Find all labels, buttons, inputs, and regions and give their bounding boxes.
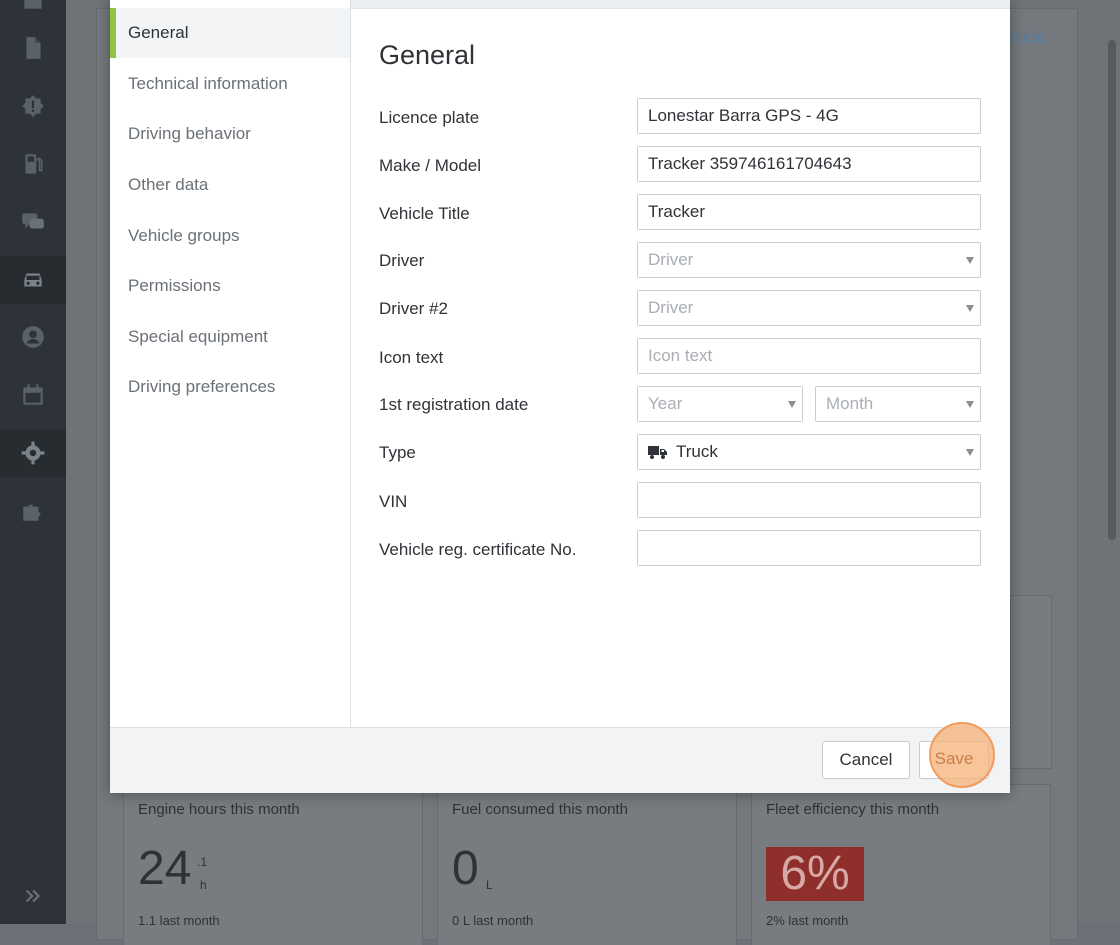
icon-text-input[interactable] [637,338,981,374]
card-value: 24 [138,842,192,895]
type-label: Type [379,443,416,462]
vin-input[interactable] [637,482,981,518]
nav-item-technical-information[interactable]: Technical information [110,59,350,109]
icon-text-label: Icon text [379,348,444,367]
card-footnote: 1.1 last month [138,913,220,928]
type-select[interactable]: Truck [637,434,981,470]
registration-date-label: 1st registration date [379,395,529,414]
expand-sidebar-icon[interactable] [0,872,66,920]
fuel-consumed-card: Fuel consumed this month 0 L 0 L last mo… [437,784,737,945]
calendar-icon[interactable] [0,371,66,419]
efficiency-badge: 6% [766,847,864,901]
nav-item-other-data[interactable]: Other data [110,160,350,210]
modal-footer: Cancel [110,727,1010,793]
make-model-label: Make / Model [379,156,482,175]
chevron-down-icon [788,401,796,408]
driver2-select[interactable]: Driver [637,290,981,326]
card-unit: L [486,878,493,892]
plugin-icon[interactable] [0,487,66,535]
licence-plate-input[interactable] [637,98,981,134]
registration-month-select[interactable]: Month [815,386,981,422]
alert-icon[interactable] [0,82,66,130]
nav-item-general[interactable]: General [110,8,350,58]
card-title: Fleet efficiency this month [766,801,940,818]
driver2-label: Driver #2 [379,299,448,318]
nav-item-special-equipment[interactable]: Special equipment [110,312,350,362]
chevron-down-icon [966,401,974,408]
card-footnote: 2% last month [766,913,849,928]
card-footnote: 0 L last month [452,913,534,928]
card-title: Engine hours this month [138,801,300,818]
reg-certificate-label: Vehicle reg. certificate No. [379,540,577,559]
nav-item-vehicle-groups[interactable]: Vehicle groups [110,211,350,261]
card-value-decimal: .1 [197,855,208,869]
chevron-down-icon [966,305,974,312]
nav-item-driving-preferences[interactable]: Driving preferences [110,362,350,412]
section-title: General [379,40,476,70]
vehicle-title-input[interactable] [637,194,981,230]
card-unit: h [200,878,207,892]
driver-placeholder: Driver [648,250,694,269]
driver-select[interactable]: Driver [637,242,981,278]
card-value: 0 [452,842,479,895]
background-link[interactable]: hicle [1010,28,1045,48]
car-icon[interactable] [0,256,66,304]
make-model-input[interactable] [637,146,981,182]
card-title: Fuel consumed this month [452,801,628,818]
chevron-down-icon [966,257,974,264]
type-value: Truck [676,442,718,461]
gear-icon[interactable] [0,429,66,477]
document-icon[interactable] [0,24,66,72]
driver2-placeholder: Driver [648,298,694,317]
driver-label: Driver [379,251,425,270]
engine-hours-card: Engine hours this month 24 .1 h 1.1 last… [123,784,423,945]
licence-plate-label: Licence plate [379,108,480,127]
chevron-down-icon [966,449,974,456]
user-icon[interactable] [0,313,66,361]
registration-year-select[interactable]: Year [637,386,803,422]
year-placeholder: Year [648,394,683,413]
fleet-efficiency-card: Fleet efficiency this month 6% 2% last m… [751,784,1051,945]
app-sidebar [0,0,66,924]
truck-icon [648,446,667,459]
nav-item-permissions[interactable]: Permissions [110,261,350,311]
fuel-icon[interactable] [0,140,66,188]
page-scrollbar[interactable] [1108,40,1116,540]
chat-icon[interactable] [0,198,66,246]
general-form: General Licence plate Make / Model Vehic… [350,8,1010,727]
modal-nav: General Technical information Driving be… [110,0,351,727]
reg-certificate-input[interactable] [637,530,981,566]
home-icon[interactable] [0,0,66,24]
background-box [1010,595,1052,769]
month-placeholder: Month [826,394,874,413]
edit-vehicle-modal: General Technical information Driving be… [110,0,1010,793]
cancel-button[interactable]: Cancel [822,741,910,779]
save-button[interactable]: Save [920,741,988,777]
vin-label: VIN [379,492,408,511]
vehicle-title-label: Vehicle Title [379,204,470,223]
nav-item-driving-behavior[interactable]: Driving behavior [110,109,350,159]
